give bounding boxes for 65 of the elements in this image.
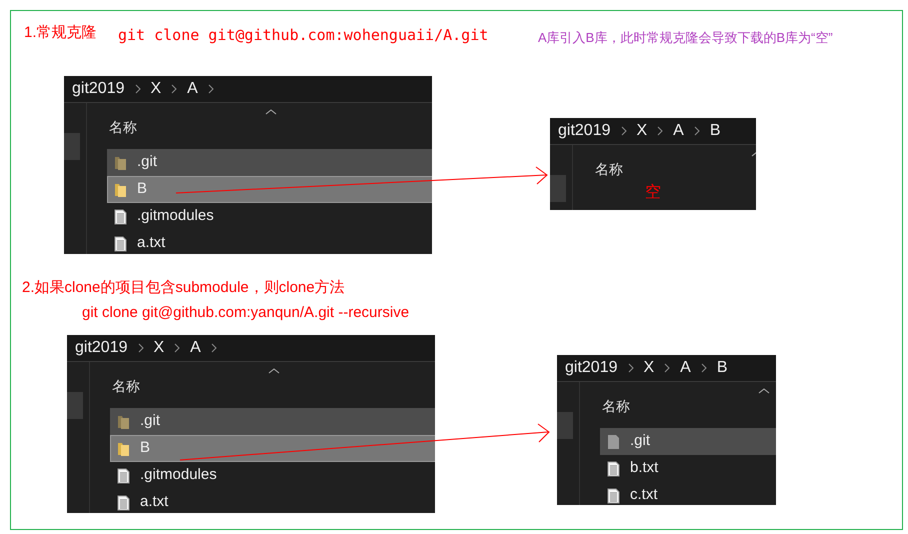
chevron-icon: [134, 84, 140, 94]
folder-icon: [117, 440, 130, 456]
chevron-icon: [171, 84, 178, 94]
sort-caret-icon[interactable]: [268, 368, 280, 374]
file-row[interactable]: a.txt: [110, 489, 435, 513]
breadcrumb-item[interactable]: A: [190, 336, 201, 360]
document-icon: [607, 434, 620, 450]
breadcrumb-item[interactable]: X: [636, 119, 648, 143]
note-text: A库引入B库，此时常规克隆会导致下载的B库为“空”: [538, 29, 833, 47]
breadcrumb-item[interactable]: X: [644, 356, 654, 380]
column-header[interactable]: 名称: [595, 159, 756, 183]
sort-caret-icon[interactable]: [758, 388, 770, 394]
chevron-icon[interactable]: [208, 84, 214, 94]
document-icon: [114, 208, 127, 224]
empty-label: 空: [645, 182, 661, 203]
document-icon: [117, 494, 130, 510]
sidebar-scroll-thumb: [557, 412, 573, 439]
folder-icon: [117, 414, 130, 430]
step-heading: 1.常规克隆: [24, 23, 97, 43]
document-icon: [607, 488, 620, 504]
folder-icon: [114, 182, 127, 198]
document-icon: [117, 468, 130, 484]
breadcrumb-item[interactable]: A: [187, 77, 198, 101]
chevron-icon: [700, 363, 707, 373]
breadcrumb-item[interactable]: X: [154, 336, 164, 360]
chevron-icon: [664, 363, 670, 373]
step-heading: 2.如果clone的项目包含submodule，则clone方法: [22, 278, 345, 298]
column-header[interactable]: 名称: [109, 117, 432, 141]
command-text: git clone git@github.com:yanqun/A.git --recursive: [82, 303, 410, 323]
breadcrumb-item[interactable]: git2019: [565, 356, 618, 380]
file-row[interactable]: c.txt: [600, 482, 776, 505]
file-row[interactable]: .git: [107, 149, 432, 176]
breadcrumb-item[interactable]: B: [716, 356, 728, 380]
chevron-icon: [138, 343, 144, 353]
breadcrumb-item[interactable]: X: [150, 77, 162, 101]
chevron-icon[interactable]: [210, 343, 217, 353]
chevron-icon: [694, 126, 700, 136]
document-icon: [114, 236, 127, 252]
column-header[interactable]: 名称: [602, 396, 776, 420]
file-row[interactable]: B: [110, 435, 435, 462]
chevron-icon: [628, 363, 634, 373]
breadcrumb-item[interactable]: A: [673, 119, 684, 143]
sidebar-scroll-thumb: [64, 133, 80, 160]
command-text: git clone git@github.com:wohenguaii/A.git: [118, 25, 488, 46]
sidebar-scroll-thumb: [67, 392, 83, 419]
sort-caret-icon[interactable]: [265, 109, 277, 115]
file-row[interactable]: .gitmodules: [107, 203, 432, 230]
breadcrumb-item[interactable]: A: [680, 356, 691, 380]
file-row[interactable]: .gitmodules: [110, 462, 435, 489]
file-row[interactable]: .git: [110, 408, 435, 435]
breadcrumb-item[interactable]: git2019: [558, 119, 610, 143]
file-row[interactable]: .git: [600, 428, 776, 455]
sidebar-scroll-thumb: [550, 175, 566, 202]
breadcrumb-item[interactable]: git2019: [75, 336, 128, 360]
column-header[interactable]: 名称: [112, 376, 435, 400]
file-row[interactable]: B: [107, 176, 432, 203]
breadcrumb-item[interactable]: B: [710, 119, 721, 143]
document-icon: [607, 460, 620, 476]
chevron-icon: [657, 126, 664, 136]
chevron-icon: [620, 126, 626, 136]
file-row[interactable]: a.txt: [107, 230, 432, 254]
folder-icon: [114, 154, 127, 170]
file-row[interactable]: b.txt: [600, 455, 776, 482]
chevron-icon: [174, 343, 180, 353]
breadcrumb-item[interactable]: git2019: [72, 77, 124, 101]
